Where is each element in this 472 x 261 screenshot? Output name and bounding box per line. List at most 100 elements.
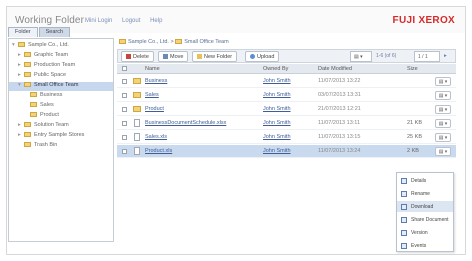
folder-icon <box>30 102 37 107</box>
column-header-date[interactable]: Date Modified <box>318 66 352 72</box>
header-link-help[interactable]: Help <box>150 18 162 24</box>
tree-item-public-space[interactable]: ▸ Public Space <box>9 72 113 81</box>
share-icon <box>401 217 407 223</box>
file-size: 21 KB <box>407 120 422 126</box>
app-title: Working Folder <box>15 15 85 26</box>
folder-icon <box>133 78 141 84</box>
column-header-size[interactable]: Size <box>407 66 418 72</box>
row-checkbox[interactable] <box>122 135 127 140</box>
table-row-selected[interactable]: Product.xls John Smith 11/07/2013 13:24 … <box>117 145 456 158</box>
date-modified: 03/07/2013 13:31 <box>318 92 361 98</box>
tree-item-small-office-team[interactable]: ▾ Small Office Team <box>9 82 113 91</box>
menu-item-version[interactable]: Version <box>397 227 453 238</box>
owner-link[interactable]: John Smith <box>263 120 291 126</box>
view-mode-select[interactable]: ▤ ▾ <box>350 51 372 62</box>
upload-button[interactable]: Upload <box>245 51 280 62</box>
row-checkbox[interactable] <box>122 107 127 112</box>
table-row[interactable]: Business John Smith 11/07/2013 13:22 ▤ ▾ <box>117 75 456 88</box>
file-size: 25 KB <box>407 134 422 140</box>
delete-icon <box>126 54 131 59</box>
folder-icon <box>30 92 37 97</box>
row-actions-button[interactable]: ▤ ▾ <box>435 77 451 86</box>
tree-item-graphic-team[interactable]: ▸ Graphic Team <box>9 52 113 61</box>
file-size: 2 KB <box>407 148 419 154</box>
app-header: Working Folder Mini Login Logout Help FU… <box>7 7 465 33</box>
tab-folder[interactable]: Folder <box>8 27 38 37</box>
row-actions-button[interactable]: ▤ ▾ <box>435 105 451 114</box>
folder-tree: ▾ Sample Co., Ltd. ▸ Graphic Team ▸ Product… <box>8 38 114 242</box>
owner-link[interactable]: John Smith <box>263 148 291 154</box>
file-name-link[interactable]: Sales <box>145 92 159 98</box>
tree-item-entry-sample-stores[interactable]: ▸ Entry Sample Stores <box>9 132 113 141</box>
row-actions-button[interactable]: ▤ ▾ <box>435 119 451 128</box>
date-modified: 11/07/2013 13:22 <box>318 78 361 84</box>
file-name-link[interactable]: Business <box>145 78 167 84</box>
menu-item-events[interactable]: Events <box>397 240 453 251</box>
table-row[interactable]: Product John Smith 21/07/2013 12:21 ▤ ▾ <box>117 103 456 116</box>
document-icon <box>134 133 140 141</box>
tree-item-product[interactable]: Product <box>9 112 113 121</box>
move-button[interactable]: Move <box>158 51 189 62</box>
tree-item-sales[interactable]: Sales <box>9 102 113 111</box>
row-actions-button[interactable]: ▤ ▾ <box>435 91 451 100</box>
date-modified: 21/07/2013 12:21 <box>318 106 361 112</box>
table-row[interactable]: BusinessDocumentSchedule.xlsx John Smith… <box>117 117 456 130</box>
folder-icon <box>133 92 141 98</box>
header-link-mini-login[interactable]: Mini Login <box>85 18 112 24</box>
folder-icon <box>24 122 31 127</box>
trash-icon <box>24 142 31 147</box>
file-name-link[interactable]: Product.xls <box>145 148 172 154</box>
tree-item-solution-team[interactable]: ▸ Solution Team <box>9 122 113 131</box>
folder-icon <box>24 52 31 57</box>
file-toolbar: Delete Move New Folder Upload ▤ ▾ 1-6 (o… <box>117 49 456 63</box>
row-actions-button[interactable]: ▤ ▾ <box>435 133 451 142</box>
menu-item-rename[interactable]: Rename <box>397 188 453 199</box>
brand-logo: FUJI XEROX <box>392 15 455 26</box>
delete-button[interactable]: Delete <box>121 51 154 62</box>
date-modified: 11/07/2013 13:24 <box>318 148 361 154</box>
header-link-logout[interactable]: Logout <box>122 18 140 24</box>
details-icon <box>401 178 407 184</box>
breadcrumb-item-root[interactable]: Sample Co., Ltd. <box>128 39 169 45</box>
folder-icon <box>119 39 126 44</box>
folder-icon <box>24 72 31 77</box>
file-name-link[interactable]: BusinessDocumentSchedule.xlsx <box>145 120 226 126</box>
menu-item-details[interactable]: Details <box>397 175 453 186</box>
owner-link[interactable]: John Smith <box>263 92 291 98</box>
row-actions-button[interactable]: ▤ ▾ <box>435 147 451 156</box>
owner-link[interactable]: John Smith <box>263 134 291 140</box>
row-checkbox[interactable] <box>122 121 127 126</box>
download-icon <box>401 204 407 210</box>
table-row[interactable]: Sales.xls John Smith 11/07/2013 13:15 25… <box>117 131 456 144</box>
owner-link[interactable]: John Smith <box>263 106 291 112</box>
page-number-input[interactable]: 1 / 1 <box>414 51 440 62</box>
folder-icon <box>24 82 31 87</box>
folder-icon <box>133 106 141 112</box>
menu-item-share-document[interactable]: Share Document <box>397 214 453 225</box>
tree-item-business[interactable]: Business <box>9 92 113 101</box>
tree-item-root[interactable]: ▾ Sample Co., Ltd. <box>9 42 113 51</box>
folder-icon <box>24 132 31 137</box>
file-name-link[interactable]: Sales.xls <box>145 134 167 140</box>
table-row[interactable]: Sales John Smith 03/07/2013 13:31 ▤ ▾ <box>117 89 456 102</box>
file-name-link[interactable]: Product <box>145 106 164 112</box>
breadcrumb: Sample Co., Ltd. > Small Office Team <box>119 39 229 48</box>
owner-link[interactable]: John Smith <box>263 78 291 84</box>
next-page-icon[interactable]: ▸ <box>444 53 447 59</box>
column-header-name[interactable]: Name <box>145 66 160 72</box>
pager-info: 1-6 (of 6) <box>376 53 397 59</box>
tree-item-production-team[interactable]: ▸ Production Team <box>9 62 113 71</box>
tree-item-trash-bin[interactable]: Trash Bin <box>9 142 113 151</box>
row-checkbox[interactable] <box>122 79 127 84</box>
version-icon <box>401 230 407 236</box>
tab-search[interactable]: Search <box>38 27 71 37</box>
row-context-menu: Details Rename Download Share Document V… <box>396 172 454 252</box>
new-folder-icon <box>197 54 202 59</box>
row-checkbox[interactable] <box>122 149 127 154</box>
select-all-checkbox[interactable] <box>122 66 127 71</box>
row-checkbox[interactable] <box>122 93 127 98</box>
column-header-owner[interactable]: Owned By <box>263 66 288 72</box>
breadcrumb-item-current: Small Office Team <box>184 39 229 45</box>
menu-item-download[interactable]: Download <box>397 201 453 212</box>
new-folder-button[interactable]: New Folder <box>192 51 238 62</box>
